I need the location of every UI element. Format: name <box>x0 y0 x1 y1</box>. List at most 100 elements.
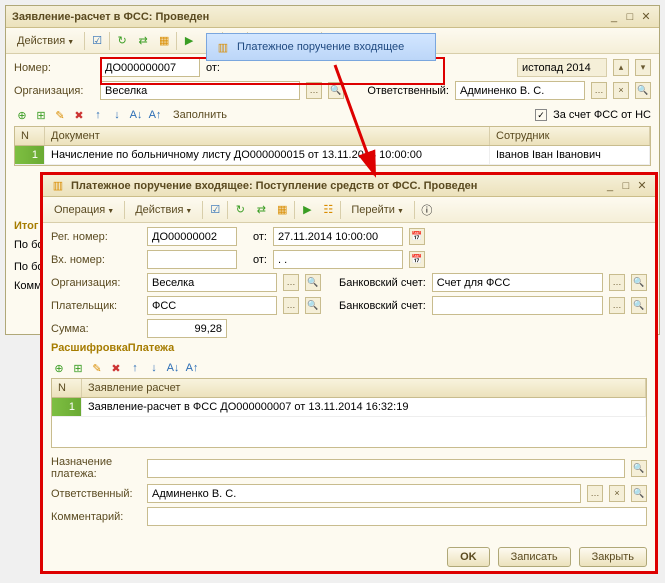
main-title: Заявление-расчет в ФСС: Проведен <box>12 11 607 23</box>
close-button[interactable]: Закрыть <box>579 547 647 567</box>
spin-up-icon[interactable]: ▴ <box>613 59 629 76</box>
vxdate-field[interactable]: . . <box>273 250 403 269</box>
open-icon[interactable]: 🔍 <box>631 485 647 502</box>
edit-icon[interactable]: ✎ <box>89 360 105 376</box>
select-icon[interactable]: … <box>306 82 322 99</box>
select-icon[interactable]: … <box>587 485 603 502</box>
decode-label: РасшифровкаПлатежа <box>51 342 647 354</box>
edit-icon[interactable]: ✎ <box>52 107 68 123</box>
calendar-icon[interactable]: 📅 <box>409 228 425 245</box>
document-icon: ▥ <box>49 177 67 195</box>
write-button[interactable]: Записать <box>498 547 571 567</box>
menu-item-incoming-payment[interactable]: ▥ Платежное поручение входящее <box>209 36 433 58</box>
close-icon[interactable]: ✕ <box>639 10 653 24</box>
maximize-icon[interactable]: □ <box>619 179 633 193</box>
child-window: ▥ Платежное поручение входящее: Поступле… <box>40 172 658 574</box>
report-icon[interactable]: ▦ <box>155 32 173 50</box>
fss-check-label: За счет ФСС от НС <box>553 109 651 121</box>
col-doc[interactable]: Документ <box>45 127 490 145</box>
structure-icon[interactable]: ☷ <box>319 201 337 219</box>
help-icon[interactable]: ⓘ <box>418 201 436 219</box>
clear-icon[interactable]: × <box>613 82 629 99</box>
from-label: от: <box>253 231 267 243</box>
col-n[interactable]: N <box>15 127 45 145</box>
open-icon[interactable]: 🔍 <box>305 274 321 291</box>
bank2-field[interactable] <box>432 296 603 315</box>
add-copy-icon[interactable]: ⊞ <box>70 360 86 376</box>
resp-label: Ответственный: <box>367 85 449 97</box>
open-icon[interactable]: 🔍 <box>635 82 651 99</box>
vxnum-field[interactable] <box>147 250 237 269</box>
select-icon[interactable]: … <box>609 274 625 291</box>
col-emp[interactable]: Сотрудник <box>490 127 650 145</box>
delete-icon[interactable]: ✖ <box>108 360 124 376</box>
up-icon[interactable]: ↑ <box>127 360 143 376</box>
add-icon[interactable]: ⊕ <box>14 107 30 123</box>
reg-field[interactable]: ДО00000002 <box>147 227 237 246</box>
move-icon[interactable]: ⇄ <box>252 201 270 219</box>
purpose-field[interactable] <box>147 459 625 478</box>
add-copy-icon[interactable]: ⊞ <box>33 107 49 123</box>
minimize-icon[interactable]: _ <box>607 10 621 24</box>
minimize-icon[interactable]: _ <box>603 179 617 193</box>
number-field[interactable]: ДО000000007 <box>100 58 200 77</box>
sort-desc-icon[interactable]: A↑ <box>184 360 200 376</box>
maximize-icon[interactable]: □ <box>623 10 637 24</box>
sort-asc-icon[interactable]: A↓ <box>128 107 144 123</box>
open-icon[interactable]: 🔍 <box>631 274 647 291</box>
select-icon[interactable]: … <box>609 297 625 314</box>
grid-toolbar: ⊕ ⊞ ✎ ✖ ↑ ↓ A↓ A↑ Заполнить ✓ За счет ФС… <box>14 104 651 126</box>
go-button[interactable]: Перейти▼ <box>344 201 411 219</box>
sort-asc-icon[interactable]: A↓ <box>165 360 181 376</box>
refresh-icon[interactable]: ↻ <box>231 201 249 219</box>
calendar-icon[interactable]: 📅 <box>409 251 425 268</box>
run-icon[interactable]: ▶ <box>180 32 198 50</box>
refresh-icon[interactable]: ↻ <box>113 32 131 50</box>
select-icon[interactable]: … <box>283 297 299 314</box>
select-icon[interactable]: … <box>591 82 607 99</box>
run-icon[interactable]: ▶ <box>298 201 316 219</box>
sort-desc-icon[interactable]: A↑ <box>147 107 163 123</box>
report-icon[interactable]: ▦ <box>273 201 291 219</box>
org-field[interactable]: Веселка <box>100 81 300 100</box>
close-icon[interactable]: ✕ <box>635 179 649 193</box>
actions-button[interactable]: Действия▼ <box>10 32 81 50</box>
clear-icon[interactable]: × <box>609 485 625 502</box>
org-field[interactable]: Веселка <box>147 273 277 292</box>
resp-field[interactable]: Админенко В. С. <box>147 484 581 503</box>
select-icon[interactable]: … <box>283 274 299 291</box>
operation-button[interactable]: Операция▼ <box>47 201 121 219</box>
add-icon[interactable]: ⊕ <box>51 360 67 376</box>
open-icon[interactable]: 🔍 <box>305 297 321 314</box>
org-label: Организация: <box>14 85 94 97</box>
up-icon[interactable]: ↑ <box>90 107 106 123</box>
down-icon[interactable]: ↓ <box>146 360 162 376</box>
down-icon[interactable]: ↓ <box>109 107 125 123</box>
fill-button[interactable]: Заполнить <box>166 106 234 124</box>
table-row[interactable]: 1 Начисление по больничному листу ДО0000… <box>15 146 650 165</box>
table-row[interactable]: 1 Заявление-расчет в ФСС ДО000000007 от … <box>52 398 646 417</box>
fss-checkbox[interactable]: ✓ <box>535 109 547 121</box>
col-n[interactable]: N <box>52 379 82 397</box>
main-grid: N Документ Сотрудник 1 Начисление по бол… <box>14 126 651 166</box>
move-icon[interactable]: ⇄ <box>134 32 152 50</box>
delete-icon[interactable]: ✖ <box>71 107 87 123</box>
date-field[interactable]: 27.11.2014 10:00:00 <box>273 227 403 246</box>
open-icon[interactable]: 🔍 <box>328 82 344 99</box>
payer-field[interactable]: ФСС <box>147 296 277 315</box>
open-icon[interactable]: 🔍 <box>631 297 647 314</box>
child-title: Платежное поручение входящее: Поступлени… <box>71 180 603 192</box>
comment-label: Комментарий: <box>51 511 141 523</box>
ok-button[interactable]: OK <box>447 547 490 567</box>
actions-button[interactable]: Действия▼ <box>128 201 199 219</box>
amount-field[interactable]: 99,28 <box>147 319 227 338</box>
col-doc[interactable]: Заявление расчет <box>82 379 646 397</box>
bank-field[interactable]: Счет для ФСС <box>432 273 603 292</box>
post-icon[interactable]: ☑ <box>206 201 224 219</box>
comment-field[interactable] <box>147 507 647 526</box>
resp-field[interactable]: Админенко В. С. <box>455 81 585 100</box>
period-field[interactable]: истопад 2014 <box>517 58 607 77</box>
open-icon[interactable]: 🔍 <box>631 460 647 477</box>
post-icon[interactable]: ☑ <box>88 32 106 50</box>
spin-down-icon[interactable]: ▾ <box>635 59 651 76</box>
